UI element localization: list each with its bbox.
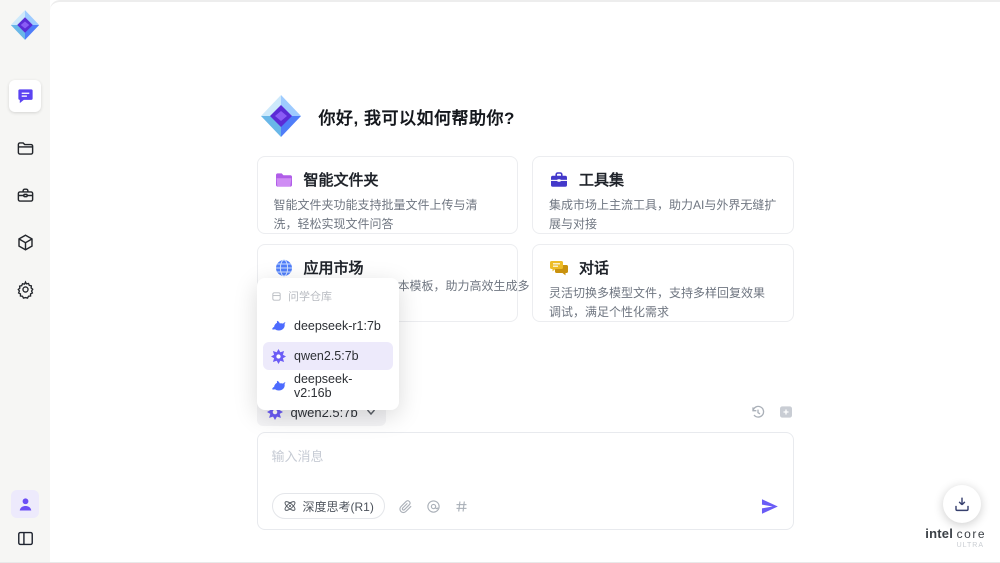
download-icon [955,497,969,512]
new-chat-icon[interactable] [778,404,794,420]
sidebar-item-models[interactable] [15,232,35,252]
model-option-deepseek-r1[interactable]: deepseek-r1:7b [263,312,393,340]
deepseek-icon [272,380,286,391]
intel-product: core [956,527,986,541]
model-option-label: deepseek-r1:7b [294,319,381,333]
deep-think-toggle[interactable]: 深度思考(R1) [271,493,385,519]
deep-think-label: 深度思考(R1) [302,499,374,514]
gear-icon [16,280,34,299]
greeting-title: 你好, 我可以如何帮助你? [318,108,515,128]
sidebar [0,0,50,562]
sidebar-item-settings[interactable] [15,279,35,299]
user-icon [19,497,31,510]
card-desc: 集成市场上主流工具，助力AI与外界无缝扩展与对接 [549,198,777,231]
card-desc-partial: 本模板，助力高效生成多 [397,279,530,293]
repo-icon [272,291,281,301]
paperclip-icon[interactable] [398,499,413,514]
app-logo-icon [8,8,42,42]
assistant-logo-icon [257,92,305,140]
model-dropdown: 问学仓库 deepseek-r1:7b qwen2.5:7b deepseek-… [257,278,399,410]
sidebar-item-account[interactable] [11,490,39,518]
qwen-icon [271,348,286,364]
main-panel: 你好, 我可以如何帮助你? 智能文件夹 智能文件夹功能支持批量文件上传与清洗，轻… [50,0,1000,562]
atom-icon [284,501,295,511]
card-desc: 智能文件夹功能支持批量文件上传与清洗，轻松实现文件问答 [273,198,478,231]
briefcase-icon [549,170,569,190]
sidebar-item-folders[interactable] [15,138,35,158]
card-toolset[interactable]: 工具集 集成市场上主流工具，助力AI与外界无缝扩展与对接 [532,156,794,234]
card-dialogue[interactable]: 对话 灵活切换多模型文件，支持多样回复效果调试，满足个性化需求 [532,244,794,322]
model-option-label: qwen2.5:7b [294,349,359,363]
model-option-qwen[interactable]: qwen2.5:7b [263,342,393,370]
send-icon[interactable] [760,497,779,516]
card-smart-folder[interactable]: 智能文件夹 智能文件夹功能支持批量文件上传与清洗，轻松实现文件问答 [256,156,518,234]
hash-grid-icon[interactable] [454,499,469,514]
sidebar-item-chat[interactable] [9,80,41,112]
greeting: 你好, 我可以如何帮助你? [257,92,794,140]
folder-icon [274,170,294,190]
app-window: 你好, 我可以如何帮助你? 智能文件夹 智能文件夹功能支持批量文件上传与清洗，轻… [0,0,1000,563]
download-button[interactable] [943,485,981,523]
model-option-label: deepseek-v2:16b [294,372,353,400]
sidebar-bottom [11,490,39,548]
at-circle-icon[interactable] [426,499,441,514]
sidebar-item-collapse[interactable] [15,528,35,548]
folder-icon [17,141,33,155]
globe-icon [274,258,294,278]
card-title: 应用市场 [303,260,364,277]
intel-core-badge: intel core ultra [925,526,986,549]
intel-brand: intel [925,526,954,541]
history-icon[interactable] [750,404,766,420]
model-option-deepseek-v2[interactable]: deepseek-v2:16b [263,372,393,400]
briefcase-icon [17,187,33,202]
sidebar-item-toolbox[interactable] [15,185,35,205]
deepseek-icon [272,320,286,331]
chat-bubbles-icon [549,258,569,278]
intel-tier: ultra [956,542,984,549]
message-input[interactable]: 输入消息 [272,446,779,465]
cube-icon [17,233,33,251]
message-composer[interactable]: 输入消息 深度思考(R1) [256,432,794,530]
card-title: 智能文件夹 [303,172,379,189]
chat-icon [17,88,33,103]
card-desc: 灵活切换多模型文件，支持多样回复效果调试，满足个性化需求 [549,286,766,319]
collapse-panel-icon [17,531,33,545]
card-title: 工具集 [579,172,625,189]
card-title: 对话 [579,260,610,277]
model-dropdown-header: 问学仓库 [263,286,393,312]
